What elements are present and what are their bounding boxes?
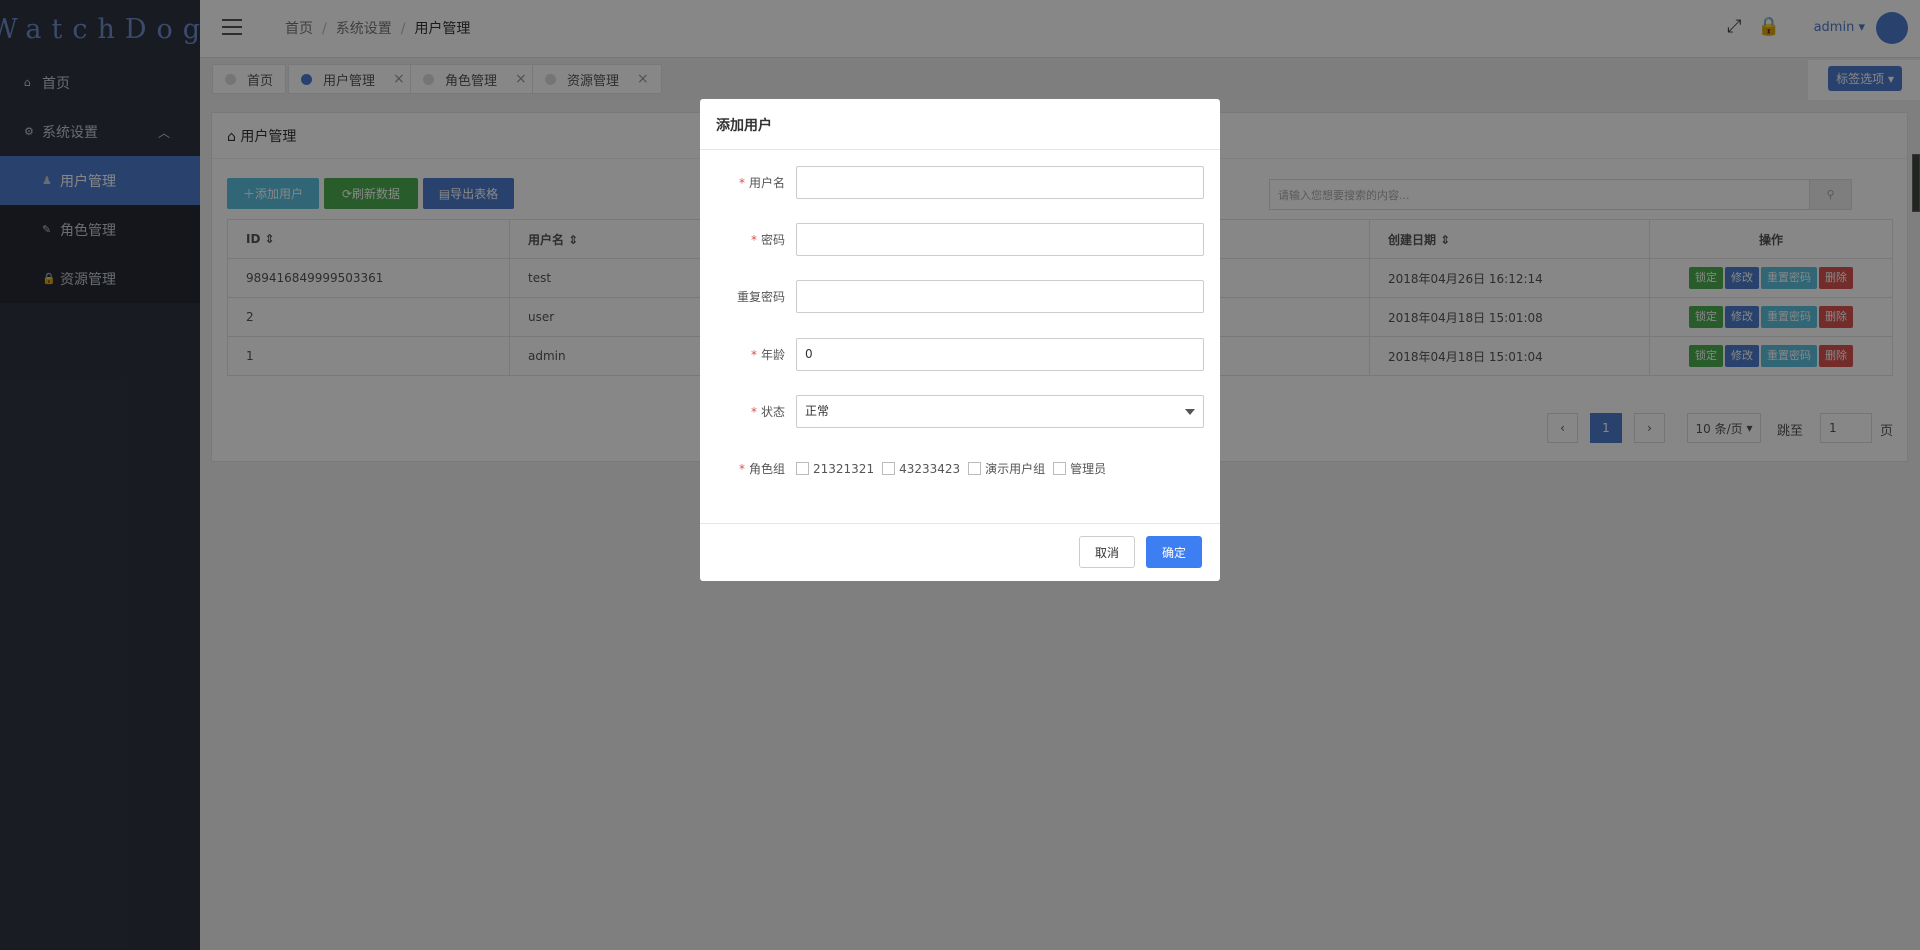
role-checkbox[interactable]: 43233423 bbox=[882, 462, 960, 476]
username-label: * 用户名 bbox=[738, 176, 785, 190]
roles-row: * 角色组 21321321 43233423 演示用户组 管理员 bbox=[700, 452, 1220, 485]
role-label: 21321321 bbox=[813, 461, 875, 476]
age-row: * 年龄 0 bbox=[700, 338, 1220, 371]
cancel-button[interactable]: 取消 bbox=[1079, 536, 1135, 568]
password-field[interactable] bbox=[796, 223, 1204, 256]
repeat-password-label: 重复密码 bbox=[736, 290, 785, 304]
username-field[interactable] bbox=[796, 166, 1204, 199]
modal-footer: 取消 确定 bbox=[700, 523, 1220, 581]
roles-checkbox-group: 21321321 43233423 演示用户组 管理员 bbox=[796, 460, 1106, 477]
age-label-text: 年龄 bbox=[760, 348, 785, 362]
username-row: * 用户名 bbox=[700, 166, 1220, 199]
status-value: 正常 bbox=[805, 404, 830, 418]
role-label: 管理员 bbox=[1070, 462, 1107, 476]
age-field[interactable]: 0 bbox=[796, 338, 1204, 371]
role-label: 演示用户组 bbox=[985, 462, 1046, 476]
checkbox-icon bbox=[1053, 462, 1067, 475]
status-row: * 状态 正常 bbox=[700, 395, 1220, 428]
password-label: * 密码 bbox=[750, 233, 785, 247]
status-label: * 状态 bbox=[750, 405, 785, 419]
password-label-text: 密码 bbox=[760, 233, 785, 247]
roles-label: * 角色组 bbox=[738, 462, 785, 476]
repeat-password-field[interactable] bbox=[796, 280, 1204, 313]
checkbox-icon bbox=[796, 462, 809, 475]
status-label-text: 状态 bbox=[760, 405, 785, 419]
roles-label-text: 角色组 bbox=[748, 462, 785, 476]
status-select[interactable]: 正常 bbox=[796, 395, 1204, 428]
password-row: * 密码 bbox=[700, 223, 1220, 256]
chevron-down-icon bbox=[1185, 409, 1195, 415]
username-label-text: 用户名 bbox=[748, 176, 785, 190]
modal-title: 添加用户 bbox=[700, 99, 1220, 150]
role-checkbox[interactable]: 管理员 bbox=[1053, 460, 1106, 477]
checkbox-icon bbox=[882, 462, 896, 475]
add-user-modal: 添加用户 * 用户名 * 密码 重复密码 * 年龄 0 * 状态 正常 * 角色组 213… bbox=[700, 99, 1220, 581]
role-checkbox[interactable]: 演示用户组 bbox=[968, 460, 1045, 477]
age-label: * 年龄 bbox=[750, 348, 785, 362]
role-checkbox[interactable]: 21321321 bbox=[796, 462, 874, 476]
role-label: 43233423 bbox=[899, 461, 961, 476]
confirm-button[interactable]: 确定 bbox=[1146, 536, 1202, 568]
checkbox-icon bbox=[968, 462, 982, 475]
repeat-password-row: 重复密码 bbox=[700, 280, 1220, 313]
